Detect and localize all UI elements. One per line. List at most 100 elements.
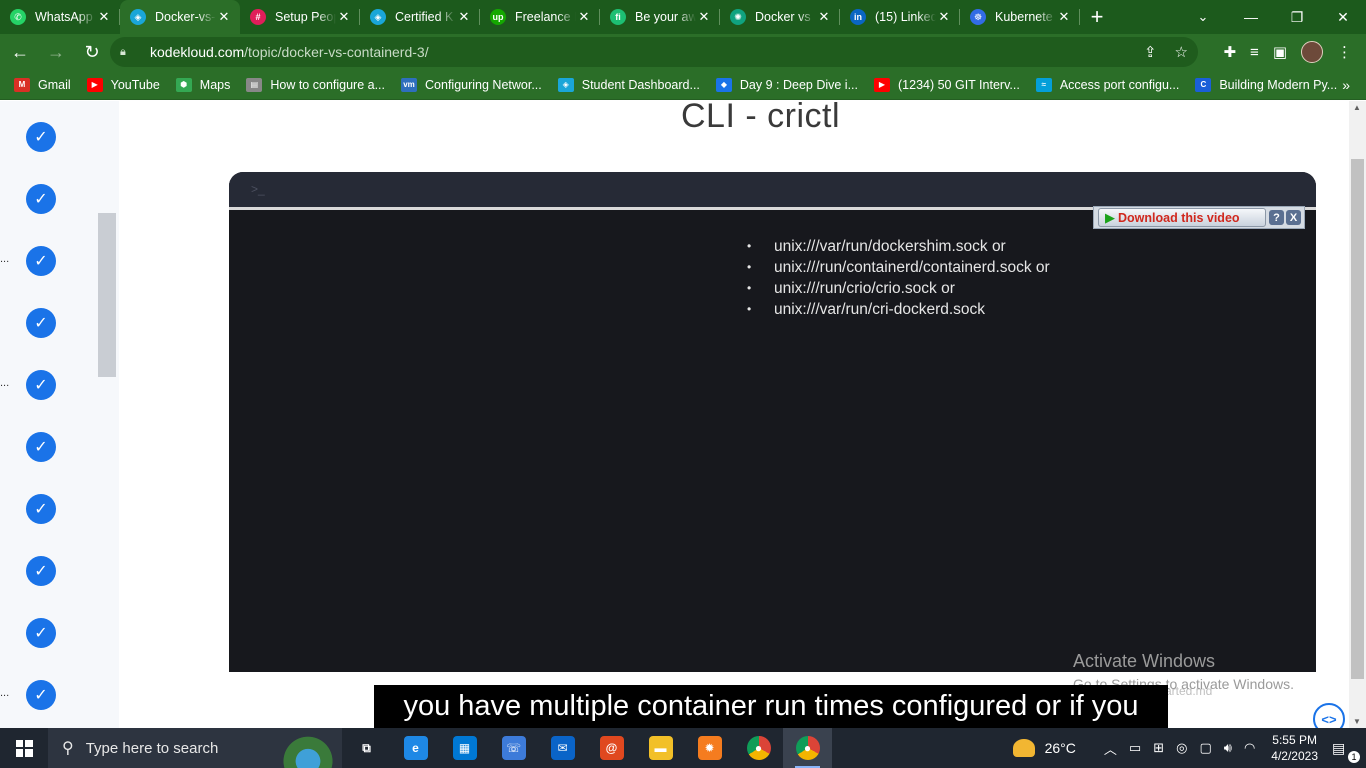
start-button[interactable]	[0, 728, 48, 768]
minimize-icon[interactable]: —	[1228, 0, 1274, 34]
menu-kebab-icon[interactable]: ⋮	[1337, 43, 1352, 61]
taskbar-app[interactable]: ▬	[636, 728, 685, 768]
close-tab-icon[interactable]: ✕	[336, 9, 352, 25]
camera-icon[interactable]: ◎	[1176, 740, 1187, 756]
taskbar-app[interactable]: ▦	[440, 728, 489, 768]
taskbar-app[interactable]: ⧉	[342, 728, 391, 768]
extensions-icon[interactable]: ✚	[1223, 43, 1236, 61]
bookmark-item[interactable]: ▶ (1234) 50 GIT Interv...	[874, 77, 1020, 92]
restore-icon[interactable]: ❐	[1274, 0, 1320, 34]
page-scrollbar-thumb[interactable]	[1351, 159, 1364, 679]
close-tab-icon[interactable]: ✕	[696, 9, 712, 25]
browser-tab[interactable]: up Freelance I ✕	[480, 0, 600, 34]
lesson-complete-check-icon[interactable]: ✓	[26, 370, 56, 400]
tab-title: (15) Linked	[875, 10, 936, 24]
browser-tab[interactable]: ✺ Docker vs ✕	[720, 0, 840, 34]
download-video-button[interactable]: ▶ Download this video	[1098, 208, 1266, 227]
taskbar-app[interactable]: @	[587, 728, 636, 768]
bookmark-item[interactable]: ▤ How to configure a...	[246, 77, 386, 92]
browser-tab[interactable]: in (15) Linked ✕	[840, 0, 960, 34]
browser-tab[interactable]: ☸ Kubernete ✕	[960, 0, 1080, 34]
media-queue-icon[interactable]: ≡	[1250, 44, 1259, 61]
taskbar-app[interactable]: ☏	[489, 728, 538, 768]
close-icon[interactable]: X	[1286, 210, 1301, 225]
volume-icon[interactable]: 🔊︎	[1224, 740, 1232, 756]
bookmark-item[interactable]: vm Configuring Networ...	[401, 77, 542, 92]
reload-icon[interactable]: ↻	[76, 36, 108, 68]
bookmark-item[interactable]: ⬢ Maps	[175, 77, 230, 92]
close-tab-icon[interactable]: ✕	[816, 9, 832, 25]
close-tab-icon[interactable]: ✕	[96, 9, 112, 25]
lesson-sidebar: ✓ ✓ ✓ ✓ ✓ ✓ ✓ ✓ ✓ ✓.........	[0, 101, 119, 728]
taskbar-search[interactable]: ⚲ Type here to search	[48, 728, 342, 768]
bookmark-item[interactable]: ◆ Day 9 : Deep Dive i...	[715, 77, 858, 92]
help-icon[interactable]: ?	[1269, 210, 1284, 225]
weather-widget[interactable]: 26°C	[1012, 739, 1076, 757]
browser-tab[interactable]: fi Be your aw ✕	[600, 0, 720, 34]
bookmark-item[interactable]: C Building Modern Py...	[1195, 77, 1338, 92]
clock[interactable]: 5:55 PM 4/2/2023	[1271, 732, 1318, 764]
new-tab-icon[interactable]: +	[1080, 0, 1114, 34]
search-highlight-image	[278, 734, 338, 768]
close-tab-icon[interactable]: ✕	[936, 9, 952, 25]
taskbar-app[interactable]: ●	[734, 728, 783, 768]
close-tab-icon[interactable]: ✕	[216, 9, 232, 25]
lesson-complete-check-icon[interactable]: ✓	[26, 246, 56, 276]
back-icon[interactable]: ←	[4, 36, 36, 68]
lesson-complete-check-icon[interactable]: ✓	[26, 556, 56, 586]
bookmark-item[interactable]: ▶ YouTube	[86, 77, 160, 92]
tab-title: Be your aw	[635, 10, 696, 24]
display-icon[interactable]: ▢	[1199, 740, 1211, 756]
bookmark-label: How to configure a...	[270, 77, 386, 92]
share-icon[interactable]: ⇪	[1144, 43, 1157, 61]
bookmark-item[interactable]: ≈ Access port configu...	[1035, 77, 1179, 92]
lesson-complete-check-icon[interactable]: ✓	[26, 122, 56, 152]
cisco-icon: ≈	[1035, 77, 1052, 92]
lesson-complete-check-icon[interactable]: ✓	[26, 618, 56, 648]
close-tab-icon[interactable]: ✕	[1056, 9, 1072, 25]
sidebar-scrollbar[interactable]	[98, 213, 116, 377]
bookmarks-overflow-icon[interactable]: »	[1342, 70, 1350, 100]
truncated-lesson-label[interactable]: ...	[0, 687, 9, 699]
battery-icon[interactable]: ▭	[1129, 740, 1141, 756]
code-toggle-icon[interactable]: <>	[1313, 703, 1345, 728]
lesson-complete-check-icon[interactable]: ✓	[26, 680, 56, 710]
close-tab-icon[interactable]: ✕	[456, 9, 472, 25]
close-tab-icon[interactable]: ✕	[576, 9, 592, 25]
scroll-up-icon[interactable]: ▲	[1353, 103, 1361, 112]
notification-center-icon[interactable]: ▤ 1	[1332, 740, 1360, 763]
browser-tab[interactable]: # Setup Peop ✕	[240, 0, 360, 34]
taskbar-app[interactable]: ✉	[538, 728, 587, 768]
terminal-header: >_	[229, 172, 1316, 210]
bookmark-item[interactable]: M Gmail	[14, 77, 71, 92]
taskbar-app[interactable]: ✹	[685, 728, 734, 768]
bookmark-item[interactable]: ◈ Student Dashboard...	[557, 77, 700, 92]
page-scrollbar[interactable]: ▲ ▼	[1349, 101, 1366, 728]
taskbar-app[interactable]: e	[391, 728, 440, 768]
tray-overflow-icon[interactable]: ︿	[1104, 739, 1117, 758]
side-panel-icon[interactable]: ▣	[1273, 43, 1287, 61]
truncated-lesson-label[interactable]: ...	[0, 253, 9, 265]
browser-tab[interactable]: ◈ Docker-vs- ✕	[120, 0, 240, 34]
browser-tab[interactable]: ✆ WhatsApp ✕	[0, 0, 120, 34]
bookmark-star-icon[interactable]: ☆	[1175, 43, 1188, 61]
lesson-complete-check-icon[interactable]: ✓	[26, 432, 56, 462]
tab-search-icon[interactable]: ⌄	[1188, 0, 1218, 34]
wifi-icon[interactable]: ◠	[1244, 740, 1255, 756]
video-player[interactable]: >_ unix:///var/run/dockershim.sock oruni…	[229, 172, 1316, 672]
lesson-complete-check-icon[interactable]: ✓	[26, 308, 56, 338]
address-bar[interactable]: 🔒︎ kodekloud.com/topic/docker-vs-contain…	[110, 37, 1198, 67]
bookmark-label: Building Modern Py...	[1219, 77, 1338, 92]
lock-icon[interactable]: 🔒︎	[120, 46, 136, 59]
scroll-down-icon[interactable]: ▼	[1353, 717, 1361, 726]
lesson-complete-check-icon[interactable]: ✓	[26, 494, 56, 524]
network-device-icon[interactable]: ⊞	[1153, 740, 1164, 756]
profile-avatar[interactable]	[1301, 41, 1323, 63]
close-window-icon[interactable]: ✕	[1320, 0, 1366, 34]
tab-title: Kubernete	[995, 10, 1053, 24]
forward-icon[interactable]: →	[40, 36, 72, 68]
taskbar-app[interactable]: ●	[783, 728, 832, 768]
lesson-complete-check-icon[interactable]: ✓	[26, 184, 56, 214]
browser-tab[interactable]: ◈ Certified K ✕	[360, 0, 480, 34]
truncated-lesson-label[interactable]: ...	[0, 377, 9, 389]
